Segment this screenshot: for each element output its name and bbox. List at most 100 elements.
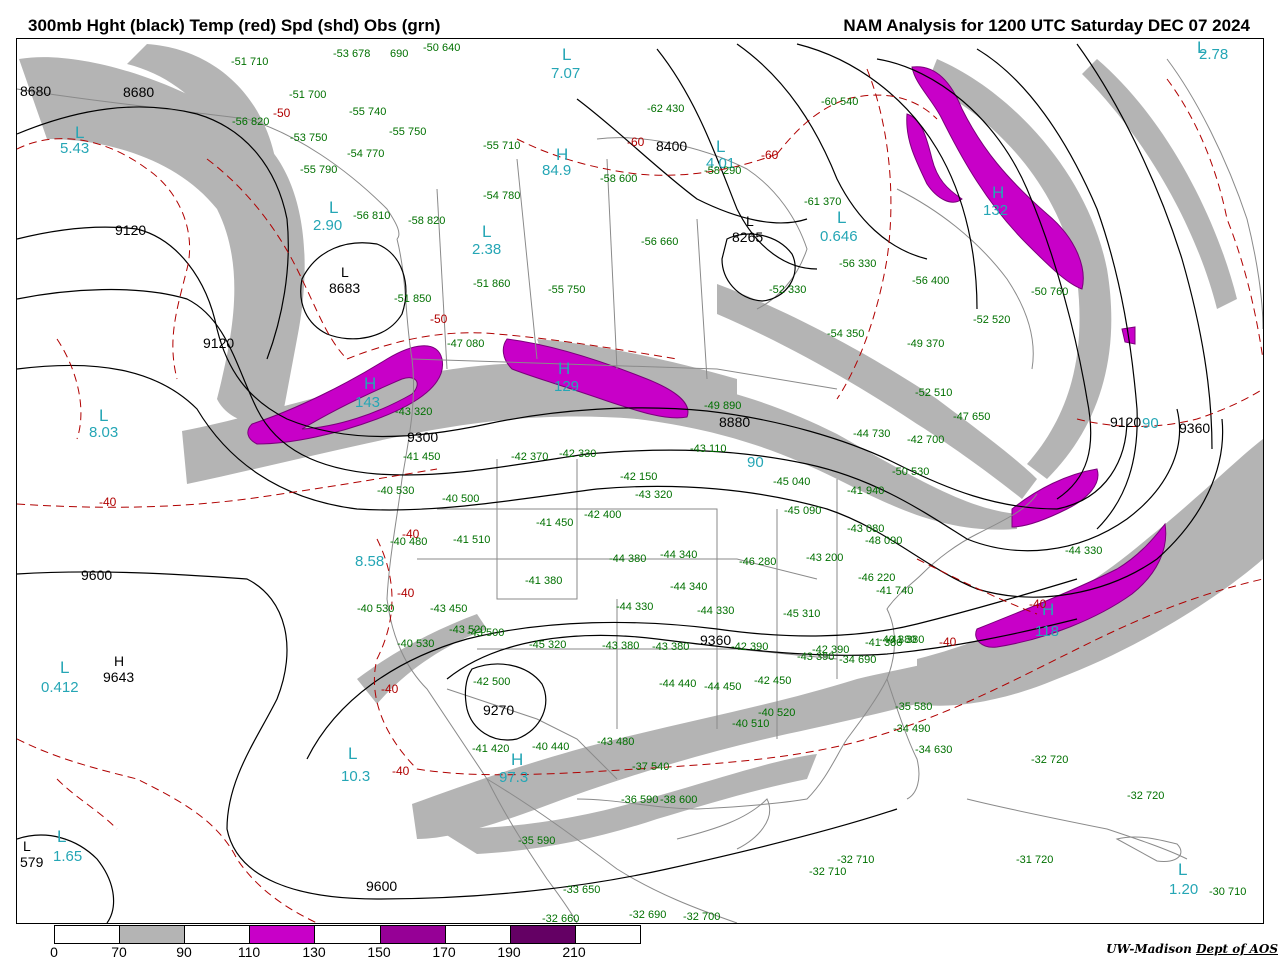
station-obs: -40 530 [357, 603, 395, 615]
station-obs: -42 450 [754, 675, 792, 687]
speed-low-marker: L [562, 45, 572, 64]
speed-label: 1.20 [1169, 881, 1199, 898]
station-obs: -44 440 [659, 678, 697, 690]
station-obs: -41 450 [536, 517, 574, 529]
speed-label: 2.90 [313, 217, 343, 234]
colorbar-segment [510, 926, 576, 943]
colorbar-segment [380, 926, 446, 943]
station-obs: -42 370 [511, 451, 549, 463]
station-obs: -38 600 [660, 794, 698, 806]
station-obs: -56 660 [641, 236, 679, 248]
station-obs: -47 080 [447, 338, 485, 350]
speed-label: 7.07 [551, 65, 581, 82]
station-obs: -45 320 [529, 639, 567, 651]
source-credit: UW-Madison Dept of AOS [1106, 942, 1278, 956]
speed-label: 0.646 [820, 228, 858, 245]
station-obs: -40 380 [879, 634, 917, 646]
station-obs: -55 740 [349, 106, 387, 118]
speed-low-marker: L [482, 222, 492, 241]
colorbar-segment [185, 926, 251, 943]
speed-low-marker: L [329, 198, 339, 217]
station-obs: -44 340 [670, 581, 708, 593]
colorbar-tick: 0 [50, 944, 58, 960]
speed-low-marker: L [1178, 860, 1188, 879]
temperature-label: -40 [381, 682, 399, 696]
station-obs: -30 710 [1209, 886, 1247, 898]
station-obs: -42 330 [559, 448, 597, 460]
station-obs: -52 330 [769, 284, 807, 296]
station-obs: -48 090 [865, 535, 903, 547]
station-obs: -44 330 [616, 601, 654, 613]
speed-high-marker: H [992, 183, 1005, 202]
station-obs: -56 820 [232, 116, 270, 128]
temp-contour-9 [1166, 78, 1263, 360]
colorbar-tick: 70 [111, 944, 127, 960]
height-low-marker: L [746, 213, 754, 229]
temp-contour-15 [56, 338, 82, 440]
height-label: 9270 [483, 702, 515, 718]
station-obs: -55 750 [548, 284, 586, 296]
colorbar-segment [445, 926, 511, 943]
station-obs: -44 330 [697, 605, 735, 617]
station-obs: -40 530 [377, 485, 415, 497]
temp-contour-1 [17, 138, 191, 380]
colorbar-segment [315, 926, 381, 943]
station-obs: -46 280 [739, 556, 777, 568]
province-border-4 [696, 218, 708, 380]
speed-high-marker: H [364, 374, 377, 393]
station-obs: -43 320 [635, 489, 673, 501]
temperature-label: -50 [273, 106, 291, 120]
height-label: 9600 [81, 567, 113, 583]
height-label: 9120 [115, 222, 147, 238]
station-obs: -40 530 [397, 638, 435, 650]
colorbar-tick: 170 [432, 944, 456, 960]
station-obs: -32 660 [542, 913, 580, 924]
height-label: 8680 [123, 84, 155, 100]
colorbar-segment [55, 926, 121, 943]
station-obs: -51 850 [394, 293, 432, 305]
station-obs: -41 420 [472, 743, 510, 755]
station-obs: -56 400 [912, 275, 950, 287]
coastline-cuba [966, 798, 1188, 860]
speed-label: 129 [554, 378, 580, 395]
speed-label: 10.3 [341, 768, 371, 785]
colorbar-tick: 90 [176, 944, 192, 960]
station-obs: -33 650 [563, 884, 601, 896]
station-obs: -56 810 [353, 210, 391, 222]
colorbar-tick: 190 [497, 944, 521, 960]
speed-label: 0.412 [41, 679, 79, 696]
station-obs: -43 320 [395, 406, 433, 418]
height-label: 9360 [700, 632, 732, 648]
temperature-label: -60 [761, 148, 779, 162]
station-obs: -47 650 [953, 411, 991, 423]
station-obs: -55 790 [300, 164, 338, 176]
height-label: 8683 [329, 280, 361, 296]
station-obs: -31 720 [1016, 854, 1054, 866]
colorbar-segment [575, 926, 640, 943]
province-border-3 [606, 158, 618, 370]
speed-low-marker: L [348, 744, 358, 763]
speed-label: 8.03 [89, 424, 119, 441]
height-label: 8265 [732, 229, 764, 245]
station-obs: -56 330 [839, 258, 877, 270]
credit-org: UW-Madison [1106, 942, 1192, 956]
station-obs: -44 450 [704, 681, 742, 693]
temperature-label: -60 [627, 135, 645, 149]
speed-label: 1.65 [53, 848, 83, 865]
speed-label: 8.58 [355, 553, 385, 570]
temperature-label: -40 [392, 764, 410, 778]
station-obs: -43 080 [847, 523, 885, 535]
province-border-2 [516, 158, 538, 360]
station-obs: -43 110 [690, 443, 727, 455]
station-obs: -35 580 [895, 701, 933, 713]
station-obs: -62 430 [647, 103, 685, 115]
station-obs: -45 040 [773, 476, 811, 488]
speed-high-marker: H [511, 750, 524, 769]
colorbar-tick: 150 [367, 944, 391, 960]
station-obs: -43 380 [602, 640, 640, 652]
speed-low-marker: L [60, 658, 70, 677]
station-obs: -32 710 [809, 866, 847, 878]
height-low-marker: L [341, 264, 349, 280]
speed-label: 132 [983, 202, 1009, 219]
station-obs: -41 380 [525, 575, 563, 587]
